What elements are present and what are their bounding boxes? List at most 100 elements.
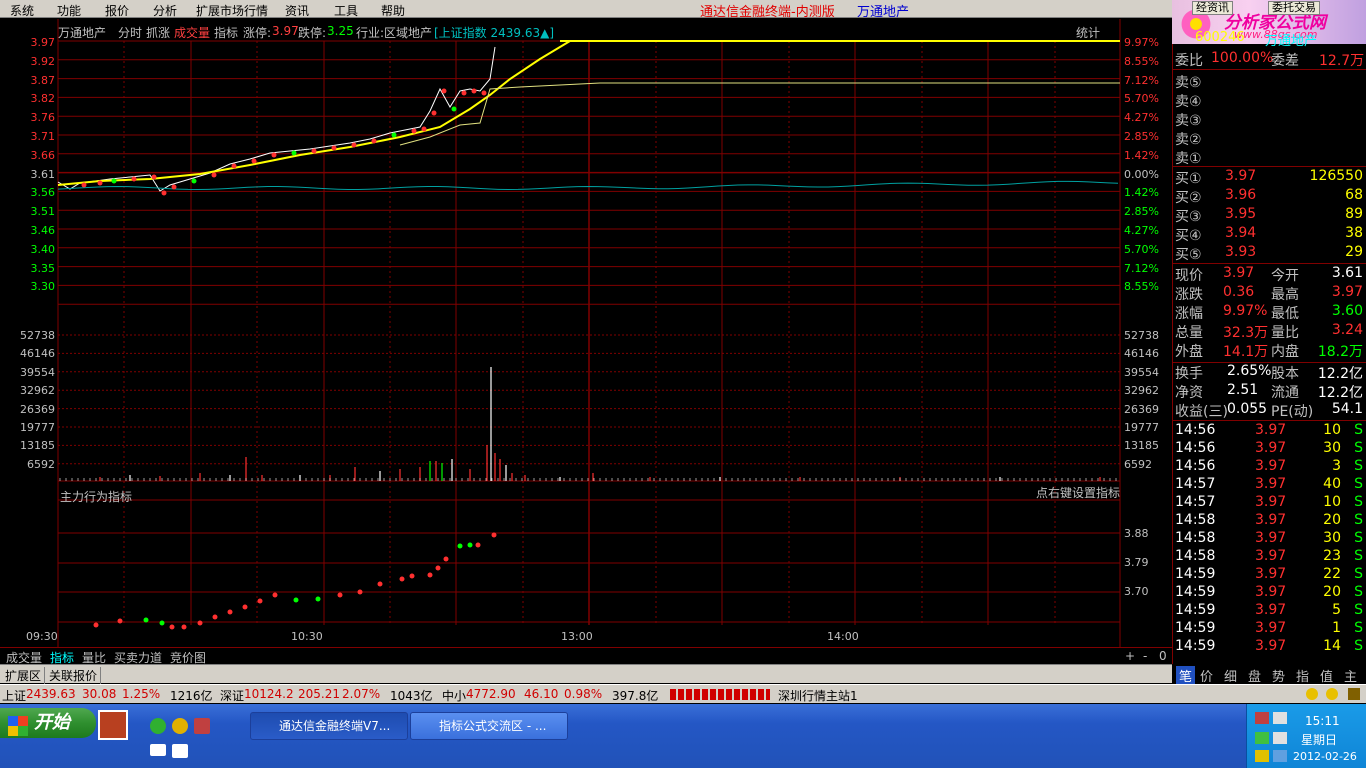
indicator-dot bbox=[212, 614, 218, 620]
quicklaunch-ie-icon[interactable] bbox=[150, 718, 166, 734]
chart-tab-zhuazhang[interactable]: 抓涨 bbox=[146, 24, 170, 41]
signal-dot bbox=[451, 106, 457, 112]
chart-tab-indicator[interactable]: 指标 bbox=[214, 24, 238, 41]
right-tab[interactable]: 细 bbox=[1224, 666, 1237, 685]
stat-value: 3.97 bbox=[1331, 284, 1363, 300]
right-tab[interactable]: 势 bbox=[1272, 666, 1285, 685]
stock-code-row: 600246 万通地产 bbox=[1173, 30, 1366, 49]
quicklaunch-media-icon[interactable] bbox=[172, 718, 188, 734]
indicator-dot bbox=[227, 609, 233, 615]
fund-row: 收益(三) 0.055 PE(动) 54.1 bbox=[1173, 401, 1366, 420]
tray-network-icon[interactable] bbox=[1255, 712, 1269, 724]
tray-monitor-icon[interactable] bbox=[1273, 712, 1287, 724]
zoom-in-button[interactable]: + bbox=[1122, 649, 1138, 663]
tick-volume: 1 bbox=[1332, 620, 1341, 636]
tray-input-icon[interactable] bbox=[1273, 750, 1287, 762]
intraday-chart[interactable]: 万通地产 分时 抓涨 成交量 指标 涨停: 3.97 跌停: 3.25 行业:区… bbox=[0, 19, 1172, 647]
stat-label: 内盘 bbox=[1271, 344, 1299, 360]
menu-analysis[interactable]: 分析 bbox=[153, 2, 177, 19]
indicator-dot bbox=[93, 622, 99, 628]
status-lock-icon[interactable] bbox=[1348, 688, 1360, 700]
status-bar: 上证 2439.63 30.08 1.25% 1216亿 深证 10124.2 … bbox=[0, 684, 1366, 703]
stat-label: 涨跌 bbox=[1175, 287, 1203, 303]
status-smile-icon[interactable] bbox=[1306, 688, 1318, 700]
tick-volume: 5 bbox=[1332, 602, 1341, 618]
price-axis-label: 3.40 bbox=[30, 242, 56, 256]
tray-app-icon[interactable] bbox=[1255, 732, 1269, 744]
right-tab[interactable]: 主 bbox=[1344, 666, 1357, 685]
sz-pct: 2.07% bbox=[342, 687, 381, 701]
signal-dot bbox=[97, 180, 103, 186]
signal-dot bbox=[211, 172, 217, 178]
pct-axis-label: 2.85% bbox=[1124, 205, 1159, 219]
info-button[interactable]: 经资讯 bbox=[1192, 1, 1233, 15]
signal-dot bbox=[131, 176, 137, 182]
indicator-dot bbox=[242, 604, 248, 610]
windows-logo-icon bbox=[8, 716, 28, 736]
menu-ext-market[interactable]: 扩展市场行情 bbox=[196, 2, 268, 19]
indicator-axis-label: 3.88 bbox=[1124, 527, 1149, 540]
weibi-label: 委比 bbox=[1175, 53, 1203, 69]
quicklaunch-keyboard-icon[interactable] bbox=[150, 744, 166, 756]
start-label: 开始 bbox=[34, 712, 70, 733]
right-tab[interactable]: 价 bbox=[1200, 666, 1213, 685]
zoom-out-button[interactable]: - bbox=[1140, 649, 1150, 663]
chart-tab-fenshi[interactable]: 分时 bbox=[118, 24, 142, 41]
desktop-shortcut-icon[interactable] bbox=[98, 710, 128, 740]
tick-price: 3.97 bbox=[1255, 476, 1287, 492]
tick-price: 3.97 bbox=[1255, 620, 1287, 636]
right-tab[interactable]: 盘 bbox=[1248, 666, 1261, 685]
right-tab[interactable]: 值 bbox=[1320, 666, 1333, 685]
task-formula-forum[interactable]: 指标公式交流区 - ... bbox=[410, 712, 568, 740]
indicator-dot bbox=[457, 543, 463, 549]
tick-volume: 40 bbox=[1323, 476, 1341, 492]
right-tab[interactable]: 指 bbox=[1296, 666, 1309, 685]
tab-ext-area[interactable]: 扩展区 bbox=[2, 667, 46, 684]
signal-dot bbox=[351, 142, 357, 148]
pct-axis-label: 1.42% bbox=[1124, 186, 1159, 200]
right-tab[interactable]: 笔 bbox=[1176, 666, 1196, 685]
trade-button[interactable]: 委托交易 bbox=[1268, 1, 1320, 15]
buy-price: 3.97 bbox=[1225, 168, 1257, 184]
menu-help[interactable]: 帮助 bbox=[381, 2, 405, 19]
quicklaunch-app-icon[interactable] bbox=[194, 718, 210, 734]
buy-label: 买③ bbox=[1175, 209, 1202, 225]
indicator-dot bbox=[409, 573, 415, 579]
indicator-axis-label: 3.70 bbox=[1124, 585, 1149, 598]
sh-amount: 1216亿 bbox=[170, 689, 213, 703]
menu-news[interactable]: 资讯 bbox=[285, 2, 309, 19]
weicha-value: 12.7万 bbox=[1319, 53, 1365, 69]
stats-button[interactable]: 统计 bbox=[1076, 24, 1100, 41]
task-tdx-terminal[interactable]: 通达信金融终端V7... bbox=[250, 712, 408, 740]
sell-row: 卖① bbox=[1173, 148, 1366, 167]
volume-axis-label: 19777 bbox=[20, 421, 55, 434]
fund-label: 股本 bbox=[1271, 366, 1299, 382]
tick-time: 14:59 bbox=[1175, 638, 1216, 654]
tray-speaker-icon[interactable] bbox=[1273, 732, 1287, 744]
status-info-icon[interactable] bbox=[1326, 688, 1338, 700]
tick-price: 3.97 bbox=[1255, 638, 1287, 654]
stock-code: 600246 bbox=[1195, 30, 1245, 45]
menu-system[interactable]: 系统 bbox=[10, 2, 34, 19]
tick-price: 3.97 bbox=[1255, 440, 1287, 456]
index-line bbox=[57, 180, 1119, 190]
quicklaunch-help-icon[interactable] bbox=[172, 744, 188, 758]
tick-side: S bbox=[1354, 602, 1363, 618]
signal-dot bbox=[421, 126, 427, 132]
zoom-reset-button[interactable]: 0 bbox=[1156, 649, 1170, 663]
buy-price: 3.93 bbox=[1225, 244, 1257, 260]
tick-row: 14:58 3.97 30 S bbox=[1173, 530, 1366, 549]
tray-security-icon[interactable] bbox=[1255, 750, 1269, 762]
menu-quote[interactable]: 报价 bbox=[105, 2, 129, 19]
tick-side: S bbox=[1354, 548, 1363, 564]
signal-dot bbox=[291, 150, 297, 156]
indicator-title: 主力行为指标 bbox=[60, 490, 133, 504]
stat-value: 3.97 bbox=[1223, 265, 1255, 281]
tick-side: S bbox=[1354, 638, 1363, 654]
chart-tab-volume[interactable]: 成交量 bbox=[174, 24, 210, 41]
menu-function[interactable]: 功能 bbox=[57, 2, 81, 19]
start-button[interactable]: 开始 bbox=[0, 708, 96, 738]
price-axis-label: 3.66 bbox=[30, 148, 56, 162]
tab-related-quote[interactable]: 关联报价 bbox=[46, 667, 102, 684]
menu-tools[interactable]: 工具 bbox=[334, 2, 358, 19]
